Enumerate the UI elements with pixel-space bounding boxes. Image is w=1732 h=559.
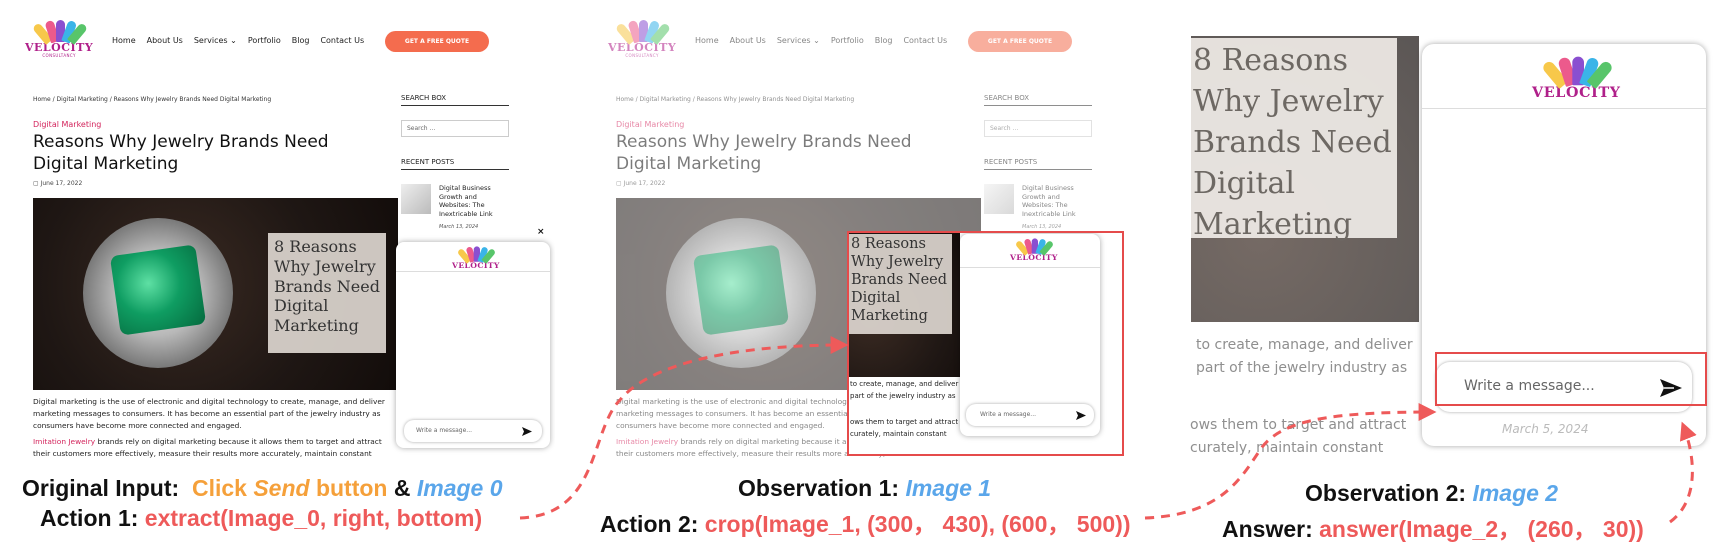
caption-answer-value: answer(Image_2， (260， 30)) (1319, 516, 1644, 542)
caption-amp: & (387, 475, 417, 501)
caption-action1-value: extract(Image_0, right, bottom) (144, 505, 483, 531)
caption-button-word: button (309, 475, 388, 501)
caption-action2-value: crop(Image_1, (300， 430), (600， 500)) (704, 511, 1131, 537)
caption-observation-2: Observation 2: Image 2 (1305, 480, 1558, 507)
caption-obs2-label: Observation 2: (1305, 480, 1473, 506)
caption-answer: Answer: answer(Image_2， (260， 30)) (1222, 510, 1644, 544)
caption-label: Original Input (22, 475, 172, 501)
caption-obs1-label: Observation 1: (738, 475, 906, 501)
caption-image2: Image 2 (1472, 480, 1559, 506)
caption-click: Click Send button (192, 475, 388, 501)
caption-image0: Image 0 (416, 475, 503, 501)
caption-action1-label: Action 1: (40, 505, 145, 531)
caption-action2-label: Action 2: (600, 511, 705, 537)
caption-observation-1: Observation 1: Image 1 (738, 475, 991, 502)
caption-action-1: Action 1: extract(Image_0, right, bottom… (40, 505, 482, 532)
caption-action-2: Action 2: crop(Image_1, (300， 430), (600… (600, 505, 1130, 539)
caption-image1: Image 1 (905, 475, 992, 501)
caption-send-word: Send (253, 475, 310, 501)
caption-answer-label: Answer: (1222, 516, 1320, 542)
caption-original-input: Original Input: Click Send button & Imag… (22, 475, 503, 501)
caption-click-word: Click (191, 475, 254, 501)
